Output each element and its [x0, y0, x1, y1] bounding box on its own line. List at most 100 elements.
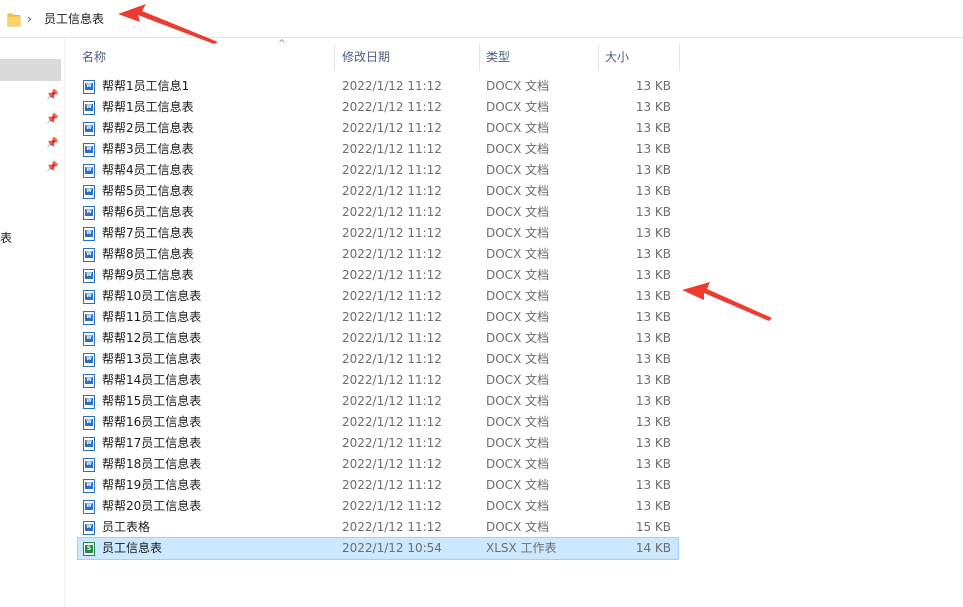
file-name: 帮帮8员工信息表	[102, 247, 194, 261]
file-size: 13 KB	[635, 142, 671, 156]
file-row[interactable]: S 员工信息表 2022/1/12 10:54 XLSX 工作表 14 KB	[77, 537, 679, 560]
column-divider[interactable]	[334, 44, 335, 71]
file-date-modified: 2022/1/12 11:12	[342, 142, 442, 156]
file-size: 13 KB	[635, 394, 671, 408]
file-type: DOCX 文档	[486, 520, 550, 534]
file-date-modified: 2022/1/12 11:12	[342, 331, 442, 345]
column-size[interactable]: 大小	[605, 44, 629, 71]
column-name[interactable]: 名称	[82, 44, 106, 71]
file-row[interactable]: W 帮帮18员工信息表 2022/1/12 11:12 DOCX 文档 13 KB	[78, 454, 678, 475]
file-type: DOCX 文档	[486, 310, 550, 324]
file-size: 13 KB	[635, 499, 671, 513]
column-divider[interactable]	[479, 44, 480, 71]
column-header: ^ 名称 修改日期 类型 大小	[78, 39, 680, 71]
file-row[interactable]: W 帮帮5员工信息表 2022/1/12 11:12 DOCX 文档 13 KB	[78, 181, 678, 202]
file-name: 帮帮2员工信息表	[102, 121, 194, 135]
file-row[interactable]: W 帮帮10员工信息表 2022/1/12 11:12 DOCX 文档 13 KB	[78, 286, 678, 307]
file-row[interactable]: W 帮帮19员工信息表 2022/1/12 11:12 DOCX 文档 13 KB	[78, 475, 678, 496]
file-row[interactable]: W 帮帮13员工信息表 2022/1/12 11:12 DOCX 文档 13 KB	[78, 349, 678, 370]
word-file-icon: W	[83, 332, 95, 346]
file-row[interactable]: W 帮帮16员工信息表 2022/1/12 11:12 DOCX 文档 13 KB	[78, 412, 678, 433]
file-row[interactable]: W 帮帮1员工信息1 2022/1/12 11:12 DOCX 文档 13 KB	[78, 76, 678, 97]
file-size: 13 KB	[635, 121, 671, 135]
file-type: DOCX 文档	[486, 373, 550, 387]
file-name: 帮帮4员工信息表	[102, 163, 194, 177]
file-name: 帮帮18员工信息表	[102, 457, 202, 471]
column-divider[interactable]	[598, 44, 599, 71]
file-name: 帮帮3员工信息表	[102, 142, 194, 156]
file-type: DOCX 文档	[486, 79, 550, 93]
sort-ascending-icon: ^	[278, 39, 286, 49]
file-type: DOCX 文档	[486, 184, 550, 198]
file-row[interactable]: W 帮帮9员工信息表 2022/1/12 11:12 DOCX 文档 13 KB	[78, 265, 678, 286]
file-row[interactable]: W 帮帮1员工信息表 2022/1/12 11:12 DOCX 文档 13 KB	[78, 97, 678, 118]
column-type[interactable]: 类型	[486, 44, 510, 71]
file-row[interactable]: W 帮帮3员工信息表 2022/1/12 11:12 DOCX 文档 13 KB	[78, 139, 678, 160]
file-row[interactable]: W 帮帮8员工信息表 2022/1/12 11:12 DOCX 文档 13 KB	[78, 244, 678, 265]
file-row[interactable]: W 帮帮2员工信息表 2022/1/12 11:12 DOCX 文档 13 KB	[78, 118, 678, 139]
breadcrumb-current-folder[interactable]: 员工信息表	[44, 11, 104, 27]
file-row[interactable]: W 帮帮14员工信息表 2022/1/12 11:12 DOCX 文档 13 KB	[78, 370, 678, 391]
file-name: 帮帮10员工信息表	[102, 289, 202, 303]
file-name: 帮帮14员工信息表	[102, 373, 202, 387]
file-name: 帮帮19员工信息表	[102, 478, 202, 492]
file-date-modified: 2022/1/12 11:12	[342, 352, 442, 366]
file-date-modified: 2022/1/12 11:12	[342, 499, 442, 513]
breadcrumb-chevron-icon[interactable]: ›	[27, 11, 32, 27]
file-row[interactable]: W 帮帮17员工信息表 2022/1/12 11:12 DOCX 文档 13 KB	[78, 433, 678, 454]
file-date-modified: 2022/1/12 11:12	[342, 478, 442, 492]
file-date-modified: 2022/1/12 11:12	[342, 226, 442, 240]
pin-icon: 📌	[46, 162, 59, 173]
word-file-icon: W	[83, 416, 95, 430]
file-type: DOCX 文档	[486, 394, 550, 408]
file-type: DOCX 文档	[486, 289, 550, 303]
annotation-arrow-icon	[682, 282, 772, 321]
file-size: 13 KB	[635, 79, 671, 93]
file-size: 13 KB	[635, 247, 671, 261]
nav-item-label[interactable]: 表	[0, 230, 12, 246]
file-type: DOCX 文档	[486, 205, 550, 219]
word-file-icon: W	[83, 248, 95, 262]
file-row[interactable]: W 帮帮20员工信息表 2022/1/12 11:12 DOCX 文档 13 KB	[78, 496, 678, 517]
file-type: DOCX 文档	[486, 478, 550, 492]
file-name: 帮帮1员工信息表	[102, 100, 194, 114]
file-row[interactable]: W 帮帮7员工信息表 2022/1/12 11:12 DOCX 文档 13 KB	[78, 223, 678, 244]
excel-file-icon: S	[83, 542, 95, 556]
file-row[interactable]: W 帮帮12员工信息表 2022/1/12 11:12 DOCX 文档 13 KB	[78, 328, 678, 349]
file-row[interactable]: W 帮帮6员工信息表 2022/1/12 11:12 DOCX 文档 13 KB	[78, 202, 678, 223]
word-file-icon: W	[83, 521, 95, 535]
file-date-modified: 2022/1/12 11:12	[342, 457, 442, 471]
navigation-pane: 📌 📌 📌 📌 表	[0, 38, 65, 607]
file-size: 13 KB	[635, 268, 671, 282]
pin-icon: 📌	[46, 138, 59, 149]
file-date-modified: 2022/1/12 11:12	[342, 184, 442, 198]
address-bar[interactable]: › 员工信息表	[0, 0, 963, 38]
file-size: 13 KB	[635, 478, 671, 492]
file-size: 13 KB	[635, 436, 671, 450]
file-size: 13 KB	[635, 352, 671, 366]
file-type: XLSX 工作表	[486, 541, 557, 555]
file-date-modified: 2022/1/12 10:54	[342, 541, 442, 555]
file-date-modified: 2022/1/12 11:12	[342, 163, 442, 177]
file-date-modified: 2022/1/12 11:12	[342, 373, 442, 387]
file-size: 13 KB	[635, 184, 671, 198]
column-date-modified[interactable]: 修改日期	[342, 44, 390, 71]
file-row[interactable]: W 员工表格 2022/1/12 11:12 DOCX 文档 15 KB	[78, 517, 678, 538]
column-divider[interactable]	[679, 44, 680, 71]
word-file-icon: W	[83, 311, 95, 325]
file-row[interactable]: W 帮帮4员工信息表 2022/1/12 11:12 DOCX 文档 13 KB	[78, 160, 678, 181]
word-file-icon: W	[83, 353, 95, 367]
file-size: 13 KB	[635, 331, 671, 345]
word-file-icon: W	[83, 101, 95, 115]
file-size: 15 KB	[635, 520, 671, 534]
file-row[interactable]: W 帮帮11员工信息表 2022/1/12 11:12 DOCX 文档 13 KB	[78, 307, 678, 328]
nav-selected-item[interactable]	[0, 59, 61, 81]
file-type: DOCX 文档	[486, 352, 550, 366]
file-list: W 帮帮1员工信息1 2022/1/12 11:12 DOCX 文档 13 KB W 帮帮1…	[77, 76, 679, 560]
word-file-icon: W	[83, 143, 95, 157]
word-file-icon: W	[83, 80, 95, 94]
file-size: 14 KB	[635, 541, 671, 555]
pin-icon: 📌	[46, 90, 59, 101]
file-row[interactable]: W 帮帮15员工信息表 2022/1/12 11:12 DOCX 文档 13 KB	[78, 391, 678, 412]
word-file-icon: W	[83, 500, 95, 514]
